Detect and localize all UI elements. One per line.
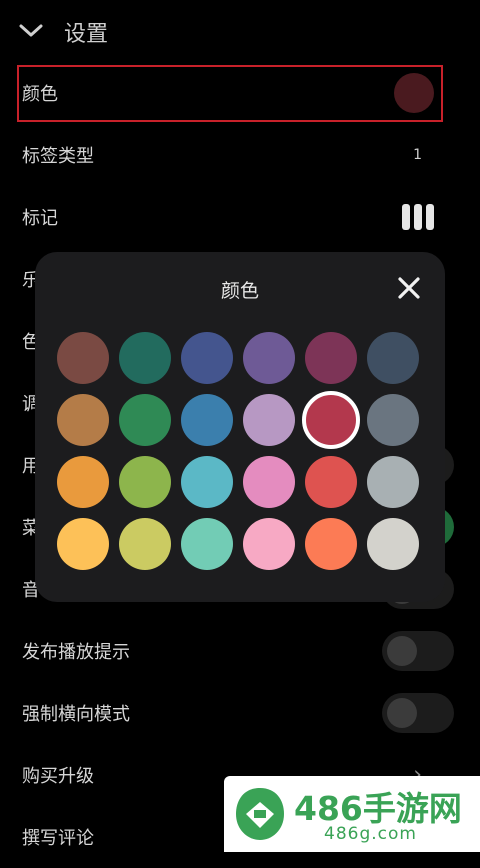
- toggle-switch[interactable]: [382, 693, 454, 733]
- color-swatch[interactable]: [181, 332, 233, 384]
- highlight-box: [17, 65, 443, 122]
- page-title: 设置: [64, 22, 109, 47]
- setting-row-force-landscape[interactable]: 强制横向模式: [0, 682, 480, 744]
- color-swatch[interactable]: [243, 518, 295, 570]
- watermark-url: 486g.com: [324, 824, 417, 844]
- color-swatch[interactable]: [119, 394, 171, 446]
- watermark-name: 486手游网: [294, 789, 462, 828]
- color-swatch[interactable]: [305, 332, 357, 384]
- color-swatch[interactable]: [305, 518, 357, 570]
- color-swatch[interactable]: [119, 332, 171, 384]
- setting-label: 发布播放提示: [22, 642, 130, 663]
- color-swatch[interactable]: [181, 518, 233, 570]
- color-swatch[interactable]: [57, 332, 109, 384]
- setting-label: 强制横向模式: [22, 704, 130, 725]
- color-swatch[interactable]: [367, 518, 419, 570]
- color-swatch[interactable]: [181, 394, 233, 446]
- setting-label: 标记: [22, 208, 58, 229]
- color-swatch[interactable]: [302, 391, 360, 449]
- setting-label: 购买升级: [22, 766, 94, 787]
- bars-icon[interactable]: [402, 204, 434, 230]
- color-swatch[interactable]: [367, 332, 419, 384]
- setting-label: 标签类型: [22, 146, 94, 167]
- color-swatch[interactable]: [305, 456, 357, 508]
- setting-value: 1: [413, 147, 422, 163]
- color-swatch[interactable]: [367, 394, 419, 446]
- logo-icon: [236, 788, 284, 840]
- color-swatch[interactable]: [57, 518, 109, 570]
- setting-row-publish-hint[interactable]: 发布播放提示: [0, 620, 480, 682]
- setting-row-label-type[interactable]: 标签类型 1: [0, 124, 480, 186]
- settings-header[interactable]: 设置: [0, 0, 480, 62]
- color-swatch[interactable]: [57, 456, 109, 508]
- setting-row-mark[interactable]: 标记: [0, 186, 480, 248]
- toggle-switch[interactable]: [382, 631, 454, 671]
- color-swatch[interactable]: [119, 518, 171, 570]
- chevron-down-icon[interactable]: [18, 22, 44, 40]
- watermark: 486手游网 486g.com: [224, 776, 480, 852]
- color-swatch[interactable]: [243, 456, 295, 508]
- setting-label: 撰写评论: [22, 828, 94, 849]
- color-swatch[interactable]: [243, 394, 295, 446]
- color-picker-dialog: 颜色: [35, 252, 445, 602]
- color-swatch[interactable]: [243, 332, 295, 384]
- color-swatch[interactable]: [57, 394, 109, 446]
- color-swatch[interactable]: [367, 456, 419, 508]
- color-swatch[interactable]: [119, 456, 171, 508]
- color-grid: [35, 252, 445, 602]
- color-swatch[interactable]: [181, 456, 233, 508]
